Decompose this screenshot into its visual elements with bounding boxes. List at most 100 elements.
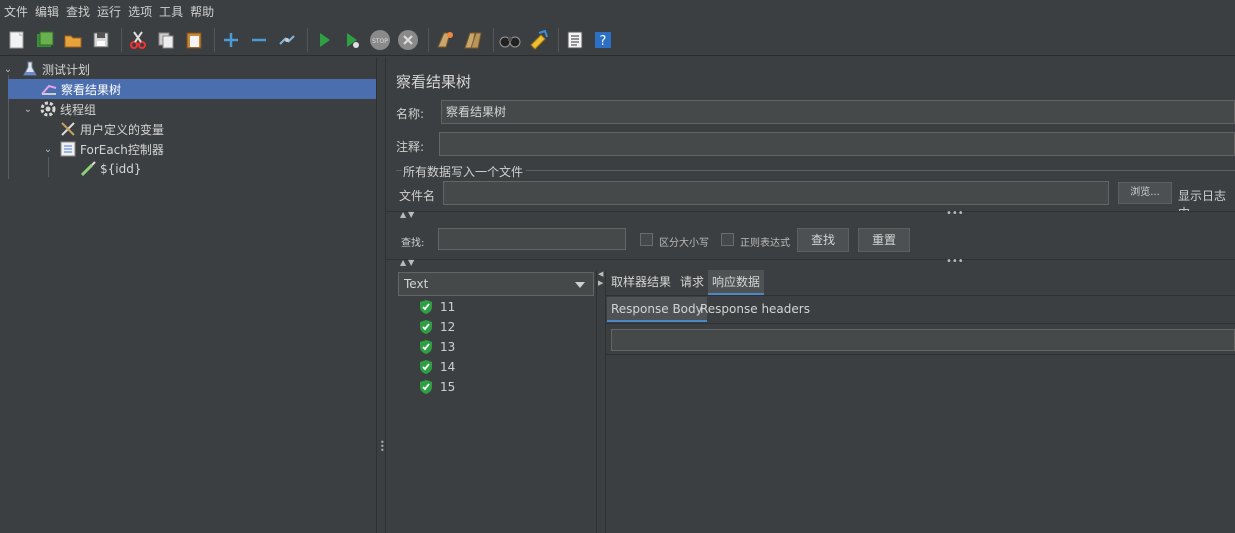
- open-icon[interactable]: [61, 28, 85, 52]
- menu-edit[interactable]: 编辑: [35, 3, 59, 20]
- menu-run[interactable]: 运行: [97, 3, 121, 20]
- splitter-grip[interactable]: •••: [946, 208, 964, 219]
- clear-all-icon[interactable]: [461, 28, 485, 52]
- sampler-results-list: Text 11 12 13 14 15: [396, 270, 596, 533]
- templates-icon[interactable]: [33, 28, 57, 52]
- menu-help[interactable]: 帮助: [190, 3, 214, 20]
- tab-response-body[interactable]: Response Body: [607, 297, 707, 322]
- menu-options[interactable]: 选项: [128, 3, 152, 20]
- list-item-label: 15: [440, 380, 456, 394]
- tree-node-foreach-controller[interactable]: ⌄ ForEach控制器: [42, 139, 164, 159]
- reset-button[interactable]: 重置: [858, 228, 910, 252]
- pane-splitter[interactable]: • • •: [376, 57, 386, 533]
- splitter-arrows-icon[interactable]: ◀ ▶: [598, 270, 603, 288]
- list-item-label: 13: [440, 340, 456, 354]
- search-icon[interactable]: [498, 28, 522, 52]
- response-search-field[interactable]: [611, 329, 1235, 351]
- function-helper-icon[interactable]: [563, 28, 587, 52]
- list-item-label: 11: [440, 300, 456, 314]
- tab-sampler-result[interactable]: 取样器结果: [607, 270, 675, 295]
- toolbar-separator: [121, 27, 122, 52]
- tree-node-user-variables[interactable]: 用户定义的变量: [60, 119, 164, 139]
- tab-divider: [606, 295, 1235, 296]
- help-icon[interactable]: ?: [591, 28, 615, 52]
- chevron-down-icon[interactable]: ⌄: [22, 104, 34, 115]
- chevron-down-icon[interactable]: ⌄: [42, 144, 54, 155]
- toolbar-separator: [307, 27, 308, 52]
- response-body-text-area[interactable]: [606, 354, 1235, 533]
- filename-field[interactable]: [443, 181, 1109, 205]
- tab-request[interactable]: 请求: [676, 270, 708, 295]
- list-item[interactable]: 12: [418, 317, 455, 337]
- tree-node-sampler[interactable]: ${idd}: [80, 159, 141, 179]
- result-tree-icon: [41, 81, 57, 97]
- user-variables-icon: [60, 121, 76, 137]
- tree-node-label: ${idd}: [100, 162, 142, 176]
- tree-guide-line: [48, 157, 49, 177]
- test-plan-icon: [22, 61, 38, 77]
- tree-node-label: ForEach控制器: [80, 142, 164, 157]
- list-item[interactable]: 11: [418, 297, 455, 317]
- find-button[interactable]: 查找: [797, 228, 849, 252]
- tree-node-test-plan[interactable]: ⌄ 测试计划: [2, 59, 376, 79]
- copy-icon[interactable]: [154, 28, 178, 52]
- reset-search-icon[interactable]: [526, 28, 550, 52]
- shutdown-icon[interactable]: [396, 28, 420, 52]
- horizontal-splitter[interactable]: ▲▼ •••: [386, 256, 1235, 268]
- splitter-grip[interactable]: •••: [946, 256, 964, 267]
- thread-group-icon: [40, 101, 56, 117]
- start-no-pause-icon[interactable]: [340, 28, 364, 52]
- chevron-down-icon[interactable]: [575, 282, 585, 288]
- toolbar-separator: [493, 27, 494, 52]
- success-shield-icon: [418, 359, 434, 375]
- menu-tools[interactable]: 工具: [159, 3, 183, 20]
- menu-file[interactable]: 文件: [4, 3, 28, 20]
- result-tree-panel: 察看结果树 名称: 察看结果树 注释: 所有数据写入一个文件 文件名 浏览...…: [386, 57, 1235, 533]
- case-sensitive-checkbox[interactable]: [640, 233, 653, 246]
- clear-icon[interactable]: [433, 28, 457, 52]
- chevron-down-icon[interactable]: ⌄: [2, 64, 14, 75]
- tree-node-thread-group[interactable]: ⌄ 线程组: [22, 99, 96, 119]
- comment-field[interactable]: [439, 132, 1235, 156]
- stop-icon[interactable]: STOP: [368, 28, 392, 52]
- start-icon[interactable]: [312, 28, 336, 52]
- toolbar: STOP ?: [0, 24, 1235, 56]
- renderer-select[interactable]: Text: [398, 272, 594, 296]
- menu-search[interactable]: 查找: [66, 3, 90, 20]
- tree-node-result-tree[interactable]: 察看结果树: [8, 79, 376, 99]
- horizontal-splitter[interactable]: ▲▼ •••: [386, 208, 1235, 220]
- search-input[interactable]: [438, 228, 626, 250]
- tree-node-label: 察看结果树: [61, 82, 122, 97]
- expand-icon[interactable]: [219, 28, 243, 52]
- group-border: [396, 170, 402, 171]
- cut-icon[interactable]: [126, 28, 150, 52]
- new-icon[interactable]: [5, 28, 29, 52]
- collapse-icon[interactable]: [247, 28, 271, 52]
- list-item[interactable]: 14: [418, 357, 455, 377]
- list-item[interactable]: 13: [418, 337, 455, 357]
- list-item[interactable]: 15: [418, 377, 455, 397]
- paste-icon[interactable]: [182, 28, 206, 52]
- svg-text:STOP: STOP: [372, 38, 388, 45]
- save-icon[interactable]: [89, 28, 113, 52]
- regex-label: 正则表达式: [740, 238, 790, 249]
- renderer-select-value: Text: [404, 277, 429, 291]
- results-splitter[interactable]: ◀ ▶: [596, 270, 606, 533]
- tree-node-label: 线程组: [60, 102, 97, 117]
- splitter-grip[interactable]: •••: [380, 439, 385, 455]
- svg-text:?: ?: [600, 34, 607, 49]
- toggle-icon[interactable]: [275, 28, 299, 52]
- write-to-file-group-title: 所有数据写入一个文件: [403, 165, 524, 179]
- tab-response-data[interactable]: 响应数据: [708, 270, 765, 295]
- regex-checkbox[interactable]: [721, 233, 734, 246]
- name-field[interactable]: 察看结果树: [441, 100, 1235, 124]
- page-title: 察看结果树: [396, 73, 472, 91]
- splitter-arrows-icon[interactable]: ▲▼: [400, 258, 416, 267]
- sampler-icon: [80, 161, 96, 177]
- splitter-arrows-icon[interactable]: ▲▼: [400, 210, 416, 219]
- group-border: [526, 170, 1235, 171]
- filename-label: 文件名: [399, 189, 436, 203]
- foreach-controller-icon: [60, 141, 76, 157]
- browse-button[interactable]: 浏览...: [1118, 182, 1172, 204]
- tab-response-headers[interactable]: Response headers: [696, 297, 814, 322]
